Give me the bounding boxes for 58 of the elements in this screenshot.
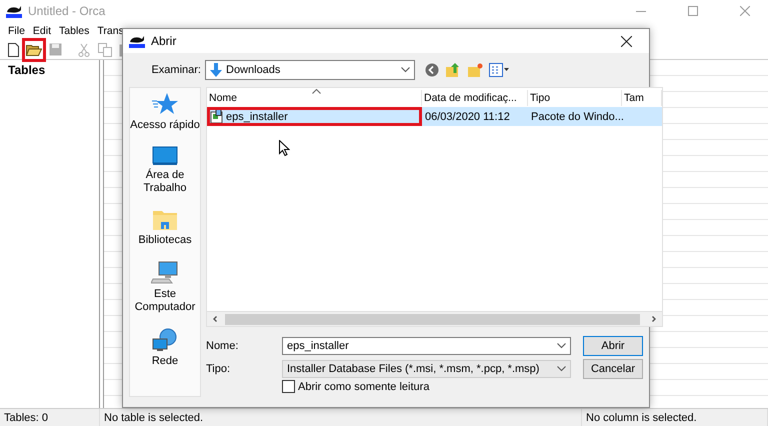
download-arrow-icon <box>210 63 222 77</box>
close-icon[interactable] <box>620 36 632 46</box>
chevron-down-icon <box>557 343 566 349</box>
folder-icon <box>152 209 178 231</box>
open-button[interactable]: Abrir <box>583 336 643 356</box>
scroll-left-icon[interactable] <box>211 315 219 323</box>
status-text: No column is selected. <box>582 409 768 426</box>
checkbox[interactable] <box>282 380 295 393</box>
place-label[interactable]: Acesso rápido <box>130 119 200 132</box>
place-label[interactable]: Bibliotecas <box>130 234 200 247</box>
new-file-icon[interactable] <box>8 42 18 56</box>
monitor-icon <box>152 146 178 166</box>
scroll-thumb[interactable] <box>225 314 640 324</box>
place-label[interactable]: Rede <box>130 355 200 368</box>
place-label[interactable]: Este Computador <box>130 288 200 314</box>
network-icon <box>152 328 178 352</box>
back-icon[interactable] <box>425 63 439 77</box>
table-cell-text: 06/03/2020 11:12 <box>424 110 511 124</box>
file-row[interactable]: eps_installer 06/03/2020 11:12 Pacote do Windo... <box>207 107 662 126</box>
chevron-down-icon <box>401 67 410 73</box>
status-text: Tables: 0 <box>0 409 100 426</box>
window-title: Untitled - Orca <box>28 4 106 18</box>
new-folder-icon[interactable] <box>467 62 483 78</box>
table-cell-text: Pacote do Windo... <box>530 110 622 124</box>
minimize-icon[interactable] <box>636 10 646 12</box>
maximize-icon[interactable] <box>688 6 698 16</box>
menu-item[interactable]: Tables <box>55 25 94 37</box>
column-header[interactable]: Tipo <box>528 90 622 106</box>
pane-header: Tables <box>7 62 46 79</box>
field-label: Examinar: <box>150 64 202 76</box>
computer-icon <box>151 261 179 285</box>
column-header[interactable]: Data de modificaç... <box>422 90 528 106</box>
field-label: Tipo: <box>206 363 232 375</box>
status-text: No table is selected. <box>100 409 582 426</box>
checkbox-label[interactable]: Abrir como somente leitura <box>298 380 430 392</box>
view-menu-icon[interactable] <box>489 63 509 77</box>
whale-icon <box>129 34 145 48</box>
menu-item[interactable]: Edit <box>28 25 56 37</box>
column-header[interactable]: Nome <box>207 90 422 106</box>
up-folder-icon[interactable] <box>445 62 461 78</box>
cancel-button[interactable]: Cancelar <box>583 359 643 379</box>
menu-item[interactable]: File <box>4 25 29 37</box>
horizontal-scrollbar[interactable] <box>206 312 663 327</box>
dialog-title: Abrir <box>151 34 178 48</box>
place-label[interactable]: Área de Trabalho <box>130 169 200 195</box>
folder-dropdown[interactable]: Downloads <box>205 60 415 80</box>
file-name-cell: eps_installer <box>207 107 422 126</box>
field-label: Nome: <box>206 340 240 352</box>
whale-icon <box>6 4 22 18</box>
file-name-field[interactable]: eps_installer <box>282 337 571 355</box>
star-icon <box>152 92 178 116</box>
sort-caret-icon <box>312 89 321 94</box>
installer-package-icon <box>210 109 224 124</box>
file-type-dropdown[interactable]: Installer Database Files (*.msi, *.msm, *.pcp, *.msp) <box>282 360 571 378</box>
chevron-down-icon <box>557 366 566 372</box>
column-header[interactable]: Tam <box>622 90 662 106</box>
mouse-cursor-icon <box>279 140 290 157</box>
scroll-right-icon[interactable] <box>650 315 658 323</box>
